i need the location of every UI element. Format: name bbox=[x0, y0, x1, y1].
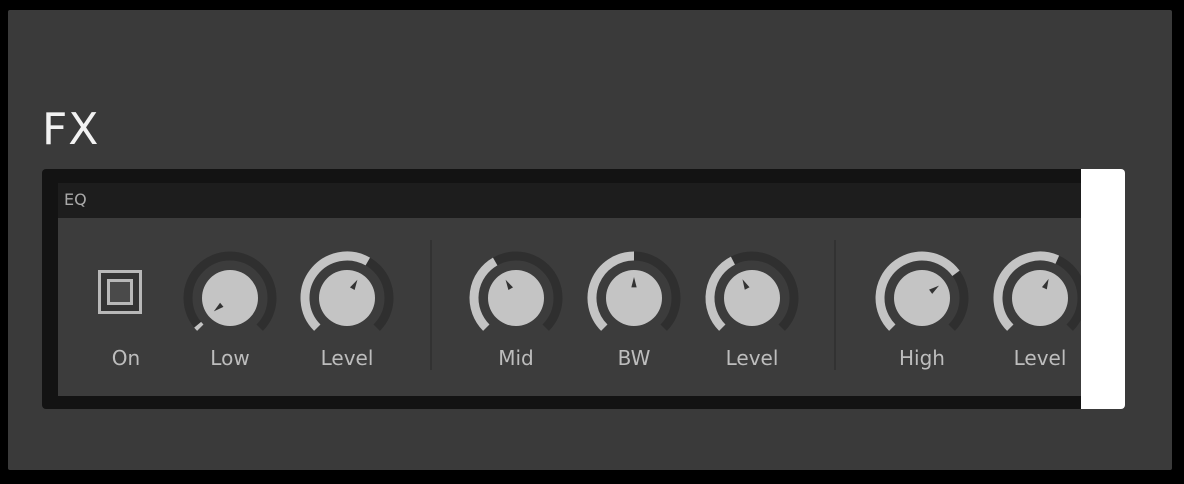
knob-bw[interactable] bbox=[584, 248, 684, 348]
knob-level[interactable] bbox=[297, 248, 397, 348]
knob-mid[interactable] bbox=[466, 248, 566, 348]
fx-title: FX bbox=[42, 104, 100, 155]
knob-label-level: Level bbox=[1013, 346, 1067, 370]
section-divider bbox=[430, 240, 432, 370]
knob-label-level: Level bbox=[725, 346, 779, 370]
knob-label-high: High bbox=[899, 346, 945, 370]
knob-low[interactable] bbox=[180, 248, 280, 348]
eq-on-toggle[interactable] bbox=[98, 270, 142, 314]
on-label: On bbox=[111, 346, 141, 370]
knob-label-level: Level bbox=[320, 346, 374, 370]
knob-label-mid: Mid bbox=[498, 346, 534, 370]
eq-header bbox=[58, 183, 1094, 218]
toggle-square-icon bbox=[107, 279, 133, 305]
eq-title: EQ bbox=[64, 190, 87, 209]
scrollbar-area bbox=[1081, 169, 1125, 409]
knob-label-bw: BW bbox=[617, 346, 651, 370]
knob-level[interactable] bbox=[702, 248, 802, 348]
section-divider bbox=[834, 240, 836, 370]
knob-level[interactable] bbox=[990, 248, 1090, 348]
knob-high[interactable] bbox=[872, 248, 972, 348]
knob-label-low: Low bbox=[210, 346, 250, 370]
